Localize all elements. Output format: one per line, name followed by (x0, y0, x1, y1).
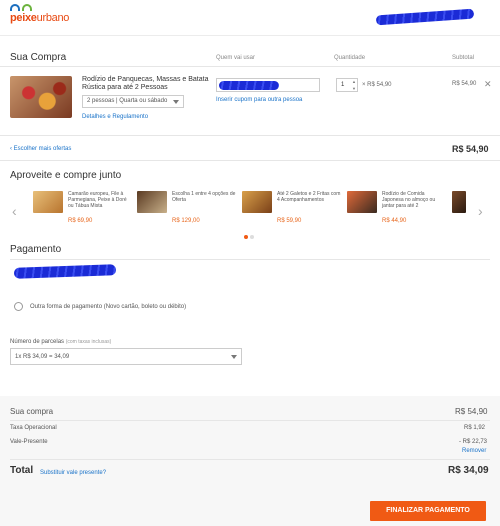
cart-title: Sua Compra (10, 52, 67, 63)
offer-text: Rodízio de Comida Japonesa no almoço ou … (382, 191, 436, 209)
carousel-prev-icon[interactable]: ‹ (12, 203, 17, 219)
increment-icon[interactable]: ▲ (352, 79, 356, 84)
installments-select[interactable]: 1x R$ 34,09 = 34,09 (10, 348, 242, 365)
item-image (10, 76, 72, 118)
decrement-icon[interactable]: ▼ (352, 86, 356, 91)
payment-title: Pagamento (10, 244, 62, 255)
offer-text: Camarão europeu, File à Parmegiana, Peix… (68, 191, 127, 209)
divider (10, 420, 490, 421)
chevron-down-icon (173, 99, 179, 104)
summary-purchase-value: R$ 54,90 (455, 407, 488, 416)
col-who: Quem vai usar (216, 55, 256, 61)
offer-image (137, 191, 167, 213)
fee-value: R$ 1,92 (464, 425, 486, 431)
logo-icon-accent (22, 4, 32, 11)
offer-text: Até 2 Galetos e 2 Fritas com 4 Acompanha… (277, 191, 341, 203)
installments-label-text: Número de parcelas (10, 339, 65, 345)
divider (0, 66, 500, 67)
chevron-down-icon (231, 354, 237, 359)
coupon-link[interactable]: Inserir cupom para outra pessoa (216, 97, 302, 103)
item-option-value: 2 pessoas | Quarta ou sábado (87, 98, 168, 104)
other-payment-radio[interactable] (14, 302, 23, 311)
offer-image (347, 191, 377, 213)
who-uses-input[interactable] (216, 78, 320, 92)
redacted-user-name (375, 8, 475, 26)
divider (0, 135, 500, 136)
offer-price: R$ 44,90 (382, 218, 407, 224)
more-offers-label: Escolher mais ofertas (13, 146, 72, 152)
total-label: Total (10, 465, 34, 476)
item-name[interactable]: Rodízio de Panquecas, Massas e Batata Rú… (82, 76, 212, 92)
installments-label: Número de parcelas (com taxas inclusas) (10, 339, 111, 345)
divider (0, 160, 500, 161)
item-subtotal: R$ 54,90 (452, 81, 477, 87)
finish-payment-button[interactable]: FINALIZAR PAGAMENTO (370, 501, 486, 521)
offer-price: R$ 59,90 (277, 218, 302, 224)
voucher-label: Vale-Presente (10, 439, 48, 445)
redacted-saved-card (13, 264, 117, 279)
item-option-select[interactable]: 2 pessoas | Quarta ou sábado (82, 95, 184, 108)
divider (10, 259, 490, 260)
logo-text: urbano (36, 12, 70, 24)
remove-voucher-link[interactable]: Remover (462, 448, 486, 454)
voucher-value: - R$ 22,73 (459, 439, 488, 445)
cart-total: R$ 54,90 (452, 144, 489, 154)
col-quantity: Quantidade (334, 55, 366, 61)
offer-text: Escolha 1 entre 4 opções de Oferta (172, 191, 236, 203)
fee-label: Taxa Operacional (10, 425, 57, 431)
redacted-name-value (219, 81, 279, 90)
logo[interactable]: peixeurbano (10, 12, 69, 24)
offer-price: R$ 69,90 (68, 218, 93, 224)
details-link[interactable]: Detalhes e Regulamento (82, 114, 148, 120)
carousel-dot[interactable] (250, 235, 254, 239)
quantity-value: 1 (341, 82, 345, 88)
installments-value: 1x R$ 34,09 = 34,09 (15, 354, 70, 360)
quantity-stepper[interactable]: 1 ▲ ▼ (336, 78, 358, 92)
replace-voucher-link[interactable]: Substituir vale presente? (40, 470, 106, 476)
total-value: R$ 34,09 (448, 465, 489, 476)
logo-icon (10, 4, 20, 11)
carousel-dot-active[interactable] (244, 235, 248, 239)
col-subtotal: Subtotal (452, 55, 475, 61)
carousel-next-icon[interactable]: › (478, 203, 483, 219)
logo-text-bold: peixe (10, 12, 37, 24)
offer-price: R$ 129,00 (172, 218, 200, 224)
header: peixeurbano (0, 0, 500, 36)
unit-price: × R$ 54,90 (362, 82, 392, 88)
offer-image-partial (452, 191, 466, 213)
offer-image (33, 191, 63, 213)
more-offers-link[interactable]: ‹ Escolher mais ofertas (10, 146, 71, 152)
offer-image (242, 191, 272, 213)
remove-item-close-icon[interactable]: ✕ (484, 79, 492, 90)
other-payment-label: Outra forma de pagamento (Novo cartão, b… (30, 304, 187, 310)
recommendations-title: Aproveite e compre junto (10, 170, 122, 181)
installments-note: (com taxas inclusas) (65, 339, 112, 345)
summary-purchase-label: Sua compra (10, 407, 54, 416)
divider (10, 459, 490, 460)
